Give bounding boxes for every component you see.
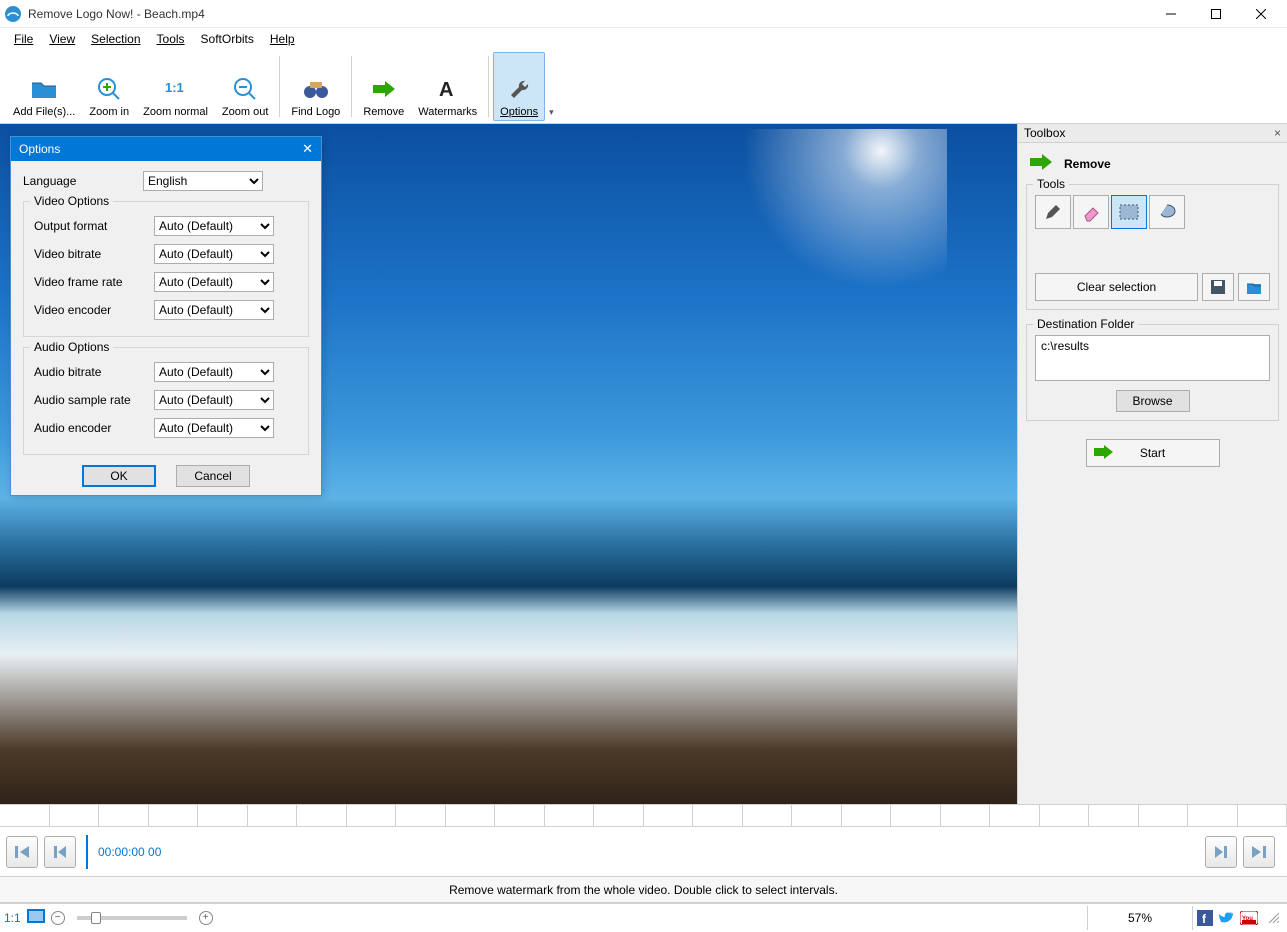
zoom-normal-button[interactable]: 1:1 Zoom normal [136, 52, 215, 121]
toolbox-header: Toolbox × [1018, 124, 1287, 143]
facebook-icon[interactable]: f [1195, 908, 1215, 928]
zoom-normal-icon: 1:1 [163, 74, 189, 104]
status-bar: 1:1 − + 57% f You [0, 903, 1287, 931]
zoom-plus-button[interactable]: + [199, 911, 213, 925]
step-back-button[interactable] [44, 836, 76, 868]
arrow-right-icon [1093, 444, 1115, 463]
add-files-button[interactable]: Add File(s)... [6, 52, 82, 121]
skip-back-button[interactable] [6, 836, 38, 868]
language-select[interactable]: English [143, 171, 263, 191]
menu-file[interactable]: File [6, 30, 41, 48]
maximize-button[interactable] [1193, 0, 1238, 28]
playhead[interactable] [86, 835, 88, 869]
title-bar: Remove Logo Now! - Beach.mp4 [0, 0, 1287, 28]
toolbox-panel: Toolbox × Remove Tools Clear selection [1017, 124, 1287, 804]
tools-group: Tools Clear selection [1026, 184, 1279, 310]
language-label: Language [23, 174, 143, 188]
zoom-slider[interactable] [77, 916, 187, 920]
menu-tools[interactable]: Tools [149, 30, 193, 48]
wrench-icon [507, 74, 531, 104]
menu-view[interactable]: View [41, 30, 83, 48]
video-bitrate-select[interactable]: Auto (Default) [154, 244, 274, 264]
timeline-timestamp: 00:00:00 00 [98, 845, 161, 859]
audio-bitrate-select[interactable]: Auto (Default) [154, 362, 274, 382]
app-icon [4, 5, 22, 23]
zoom-out-icon [232, 74, 258, 104]
video-framerate-select[interactable]: Auto (Default) [154, 272, 274, 292]
watermarks-button[interactable]: A Watermarks [411, 52, 484, 121]
toolbar: Add File(s)... Zoom in 1:1 Zoom normal Z… [0, 50, 1287, 124]
bottom-panel: 00:00:00 00 Remove watermark from the wh… [0, 804, 1287, 932]
step-forward-button[interactable] [1205, 836, 1237, 868]
minimize-button[interactable] [1148, 0, 1193, 28]
svg-text:A: A [439, 79, 453, 101]
tool-marquee[interactable] [1111, 195, 1147, 229]
menu-help[interactable]: Help [262, 30, 303, 48]
dialog-title-bar[interactable]: Options ✕ [11, 137, 321, 161]
zoom-in-icon [96, 74, 122, 104]
youtube-icon[interactable]: You [1239, 908, 1259, 928]
toolbox-close-icon[interactable]: × [1274, 126, 1281, 140]
load-selection-button[interactable] [1238, 273, 1270, 301]
timeline-ruler[interactable] [0, 805, 1287, 827]
browse-button[interactable]: Browse [1116, 390, 1190, 412]
start-button[interactable]: Start [1086, 439, 1220, 467]
watermark-icon: A [437, 74, 459, 104]
resize-grip-icon[interactable] [1265, 909, 1283, 927]
find-logo-button[interactable]: Find Logo [284, 52, 347, 121]
options-dialog: Options ✕ Language English Video Options… [10, 136, 322, 496]
cancel-button[interactable]: Cancel [176, 465, 250, 487]
destination-group: Destination Folder c:\results Browse [1026, 324, 1279, 421]
zoom-minus-button[interactable]: − [51, 911, 65, 925]
timeline-hint: Remove watermark from the whole video. D… [0, 877, 1287, 903]
destination-folder-input[interactable]: c:\results [1035, 335, 1270, 381]
zoom-percent[interactable]: 57% [1087, 906, 1193, 930]
remove-button[interactable]: Remove [356, 52, 411, 121]
menu-bar: File View Selection Tools SoftOrbits Hel… [0, 28, 1287, 50]
menu-softorbits[interactable]: SoftOrbits [193, 30, 262, 48]
arrow-right-icon [371, 74, 397, 104]
audio-samplerate-select[interactable]: Auto (Default) [154, 390, 274, 410]
tool-eraser[interactable] [1073, 195, 1109, 229]
zoom-ratio-label[interactable]: 1:1 [4, 911, 21, 925]
toolbar-overflow-icon[interactable]: ▾ [545, 107, 558, 121]
svg-text:1:1: 1:1 [165, 80, 184, 95]
output-format-select[interactable]: Auto (Default) [154, 216, 274, 236]
dialog-close-icon[interactable]: ✕ [302, 141, 313, 157]
save-selection-button[interactable] [1202, 273, 1234, 301]
video-encoder-select[interactable]: Auto (Default) [154, 300, 274, 320]
skip-forward-button[interactable] [1243, 836, 1275, 868]
clear-selection-button[interactable]: Clear selection [1035, 273, 1198, 301]
options-button[interactable]: Options [493, 52, 545, 121]
arrow-right-icon [1028, 153, 1054, 174]
menu-selection[interactable]: Selection [83, 30, 148, 48]
window-title: Remove Logo Now! - Beach.mp4 [28, 7, 1148, 21]
zoom-in-button[interactable]: Zoom in [82, 52, 136, 121]
close-button[interactable] [1238, 0, 1283, 28]
twitter-icon[interactable] [1217, 908, 1237, 928]
folder-icon [30, 74, 58, 104]
fit-icon[interactable] [27, 909, 45, 926]
tool-lasso[interactable] [1149, 195, 1185, 229]
zoom-out-button[interactable]: Zoom out [215, 52, 275, 121]
tool-pencil[interactable] [1035, 195, 1071, 229]
timeline-controls: 00:00:00 00 [0, 827, 1287, 877]
audio-encoder-select[interactable]: Auto (Default) [154, 418, 274, 438]
binoculars-icon [302, 74, 330, 104]
ok-button[interactable]: OK [82, 465, 156, 487]
